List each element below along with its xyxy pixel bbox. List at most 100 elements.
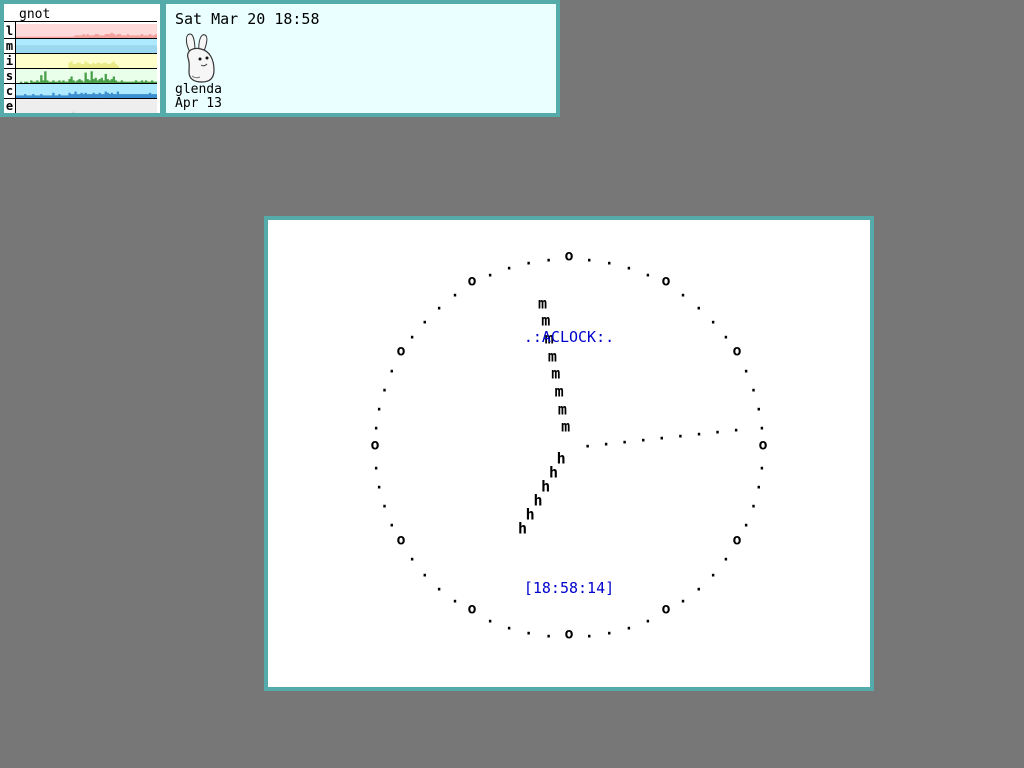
stats-bar [22, 45, 25, 53]
clock-minute-dot: . [741, 358, 751, 377]
stats-bar [52, 45, 55, 53]
stats-row-e[interactable]: e [4, 99, 157, 114]
clock-minute-dot: . [643, 608, 653, 627]
clock-minute-hand-mark: m [537, 294, 548, 312]
stats-bar [132, 45, 136, 53]
clock-hour-mark: o [396, 530, 406, 548]
clock-title: .:ACLOCK:. [523, 328, 615, 346]
stats-bar [44, 45, 47, 53]
clock-second-hand-dot: . [583, 433, 593, 452]
stats-bar [130, 45, 134, 53]
clock-minute-dot: . [643, 262, 653, 281]
clock-minute-hand-mark: m [547, 347, 557, 365]
clock-minute-dot: . [748, 493, 759, 512]
stats-row-m[interactable]: m [4, 39, 157, 54]
stats-bar [120, 45, 124, 53]
glenda-bunny-icon[interactable] [180, 32, 218, 84]
stats-bar [124, 45, 128, 53]
clock-hour-hand-mark: h [525, 505, 535, 524]
stats-bar [100, 45, 103, 53]
stats-bar [110, 45, 113, 53]
stats-bar [58, 45, 61, 53]
stats-bar [108, 45, 111, 53]
clock-minute-dot: . [694, 295, 704, 313]
stats-window[interactable]: gnot lmisce [0, 0, 164, 117]
info-window[interactable]: Sat Mar 20 18:58 glenda Apr 13 [162, 0, 560, 117]
datetime-display: Sat Mar 20 18:58 [175, 10, 320, 28]
user-date: Apr 13 [175, 96, 222, 111]
stats-bar [34, 45, 37, 53]
clock-minute-dot: . [420, 309, 430, 327]
stats-row-l[interactable]: l [4, 24, 157, 39]
stats-bar [82, 45, 85, 53]
clock-hour-mark: o [732, 530, 742, 548]
stats-bar [94, 45, 97, 53]
stats-row-rule [4, 113, 157, 114]
stats-bar [144, 45, 148, 53]
clock-hour-mark: o [467, 599, 477, 618]
stats-row-s[interactable]: s [4, 69, 157, 84]
stats-bar [44, 71, 47, 83]
clock-minute-dot: . [374, 396, 384, 415]
clock-minute-dot: . [387, 358, 397, 377]
stats-bar [68, 45, 71, 53]
stats-row-c[interactable]: c [4, 84, 157, 99]
clock-hour-mark: o [467, 271, 477, 290]
clock-time-readout: [18:58:14] [523, 579, 615, 597]
stats-bar [104, 73, 107, 83]
stats-bar [24, 45, 27, 53]
stats-bar [78, 45, 81, 53]
stats-bar [134, 45, 138, 53]
clock-minute-dot: . [374, 474, 384, 493]
clock-minute-dot: . [420, 562, 430, 580]
clock-second-hand-dot: . [657, 425, 667, 444]
clock-hour-hand-mark: h [533, 491, 543, 510]
clock-minute-dot: . [757, 415, 767, 434]
clock-minute-dot: . [604, 620, 614, 639]
stats-bar [26, 45, 29, 53]
clock-second-hand-dot: . [638, 427, 648, 446]
clock-minute-dot: . [754, 474, 764, 493]
stats-bar [152, 45, 156, 53]
stats-bar [92, 45, 95, 53]
clock-hour-hand-mark: h [556, 449, 566, 468]
clock-minute-dot: . [407, 324, 417, 343]
clock-minute-dot: . [584, 623, 594, 642]
stats-row-label: s [4, 69, 15, 84]
stats-bar [50, 45, 53, 53]
clock-second-hand-dot: . [601, 431, 611, 450]
clock-second-hand-dot: . [675, 423, 685, 442]
stats-bar [28, 45, 31, 53]
stats-bar [84, 72, 87, 83]
clock-minute-hand-mark: m [541, 311, 551, 330]
stats-bar [86, 45, 89, 53]
stats-bar [116, 45, 120, 53]
clock-minute-dot: . [387, 512, 397, 531]
clock-minute-dot: . [678, 282, 688, 301]
clock-second-hand-dot: . [694, 421, 704, 440]
clock-minute-dot: . [604, 250, 614, 269]
clock-hour-hand-mark: h [548, 463, 559, 482]
stats-bar [66, 45, 69, 53]
stats-title: gnot [19, 7, 51, 22]
stats-bar [98, 45, 101, 53]
stats-bar [46, 45, 49, 53]
clock-hour-mark: o [370, 435, 380, 454]
clock-minute-dot: . [678, 588, 688, 607]
clock-second-hand-dot: . [731, 417, 741, 436]
stats-bar [104, 45, 107, 53]
stats-bar [146, 45, 150, 53]
clock-minute-dot: . [485, 608, 495, 627]
stats-graph [16, 24, 157, 39]
stats-bar [72, 45, 75, 53]
clock-minute-dot: . [407, 546, 417, 565]
clock-second-hand-dot: . [712, 419, 723, 438]
aclock-window[interactable]: o....o....o....o....o....o....o....o....… [264, 216, 874, 691]
clock-minute-dot: . [757, 455, 767, 474]
clock-minute-dot: . [584, 247, 594, 266]
stats-row-i[interactable]: i [4, 54, 157, 69]
stats-bar [16, 45, 19, 53]
stats-bar [102, 45, 105, 53]
clock-minute-dot: . [624, 255, 634, 274]
clock-minute-hand-mark: m [561, 417, 571, 436]
